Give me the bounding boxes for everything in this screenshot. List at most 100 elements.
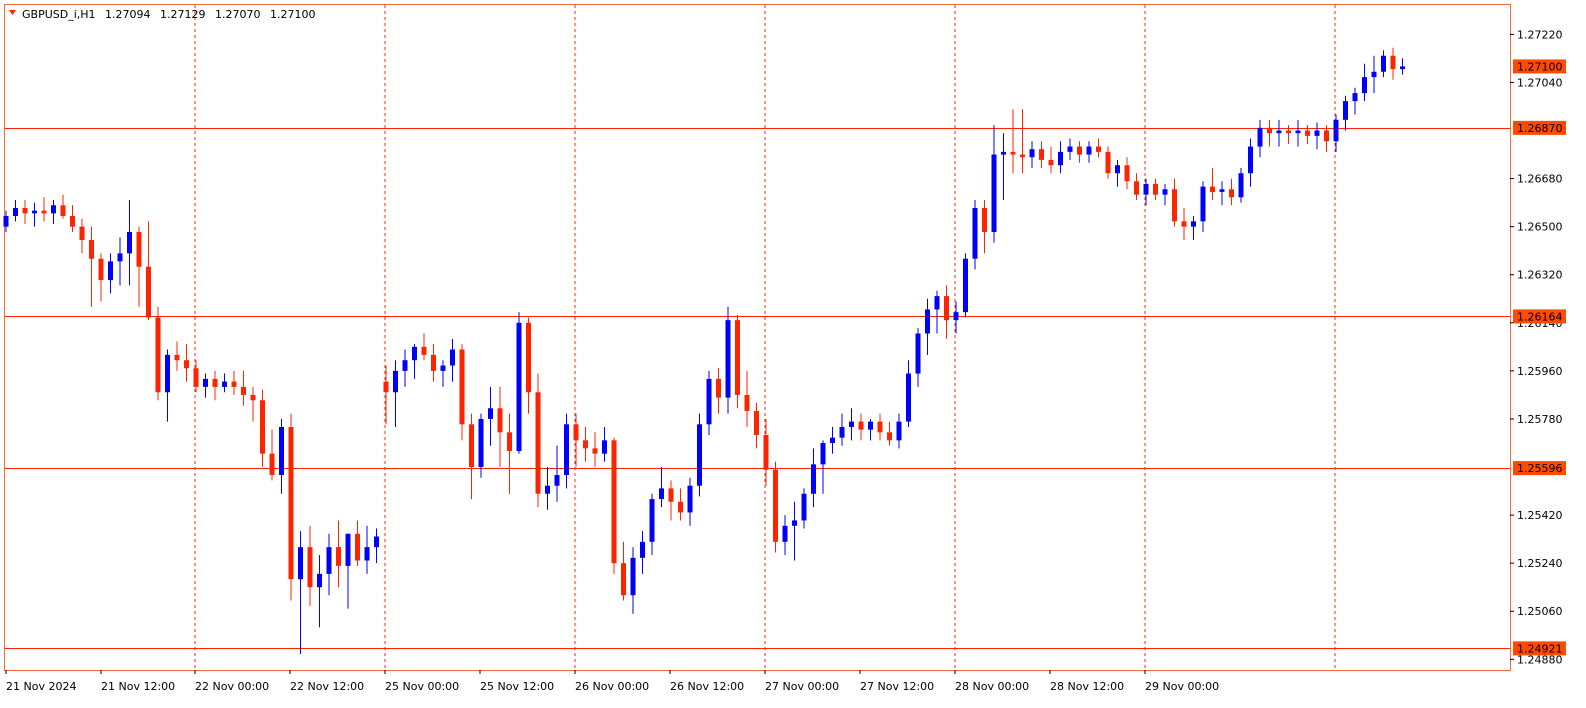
candle[interactable] [697,413,702,497]
candle-body [1153,183,1158,195]
candle-body [222,381,227,387]
candle-body [469,424,474,468]
candle-body [583,440,588,449]
candle-body [231,381,237,387]
candle[interactable] [773,461,778,553]
candle[interactable] [535,373,541,508]
candle-body [896,421,902,441]
candle-body [1286,130,1291,134]
price-axis[interactable]: 1.27220 1.27040 1.26680 1.26500 1.26320 1.261… [1510,28,1566,666]
y-tick-label: 1.25780 [1517,413,1563,426]
candle-body [174,354,180,361]
y-tick-label: 1.25960 [1517,365,1563,378]
candle-body [393,370,398,393]
candle-body [554,475,560,486]
candle-body [744,394,750,411]
candle[interactable] [963,253,968,318]
x-tick-label: 25 Nov 00:00 [385,680,459,693]
x-tick-label: 25 Nov 12:00 [480,680,554,693]
x-tick-label: 27 Nov 12:00 [860,680,934,693]
candle-body [716,378,721,398]
candle-body [1324,130,1329,142]
low-value: 1.27070 [215,8,261,21]
candle-body [431,354,436,371]
x-tick-label: 28 Nov 12:00 [1050,680,1124,693]
candle-body [754,410,759,435]
candle-body [811,464,816,494]
level-badge-label: 1.24921 [1517,642,1563,655]
candle-body [1077,146,1082,155]
x-tick-label: 21 Nov 2024 [6,680,76,693]
candle-body [1067,146,1073,152]
candle-body [925,309,930,334]
y-tick-label: 1.27220 [1517,28,1563,41]
candle-body [1001,151,1006,155]
candle-body [146,266,151,318]
y-tick-label: 1.26500 [1517,221,1563,234]
candle-body [678,501,683,513]
candle-body [307,547,313,588]
candle-body [649,499,655,542]
close-value: 1.27100 [270,8,316,21]
candle[interactable] [516,312,522,454]
candle-body [336,547,341,566]
candle-body [1371,71,1377,78]
candle-body [972,207,978,259]
candle-body [32,210,37,214]
candle-body [412,346,417,361]
level-badge-label: 1.26164 [1517,310,1563,323]
candle-body [1172,189,1177,222]
candle-body [611,440,617,564]
candle[interactable] [725,306,731,414]
candle-body [801,493,807,521]
candle-body [98,258,104,281]
y-tick-label: 1.26320 [1517,269,1563,282]
candle-body [155,317,161,393]
candle-body [1305,130,1310,136]
candle-body [260,400,265,454]
candle-body [241,386,246,395]
x-tick-label: 22 Nov 00:00 [195,680,269,693]
candle-body [440,365,446,371]
x-tick-label: 26 Nov 12:00 [670,680,744,693]
candle-body [668,488,674,502]
candle-body [868,421,873,430]
candle-body [184,360,189,369]
candle-body [203,378,208,387]
high-value: 1.27129 [160,8,206,21]
candle-body [782,525,788,542]
candle-body [535,392,541,494]
y-tick-label: 1.25420 [1517,509,1563,522]
candle-body [1191,221,1196,227]
candle-body [383,381,389,393]
candle-body [1362,77,1367,94]
x-tick-label: 27 Nov 00:00 [765,680,839,693]
candle-body [564,424,569,476]
price-chart[interactable]: 1.27220 1.27040 1.26680 1.26500 1.26320 1.261… [0,0,1586,708]
candle-body [345,533,351,566]
candle-body [1210,186,1215,192]
plot-area[interactable] [4,4,1511,671]
candle-body [773,469,778,542]
candle-body [1229,189,1234,198]
candle-body [507,432,512,452]
candle-body [1162,189,1168,195]
candle-body [792,520,797,526]
candle-body [450,349,455,366]
current-price-label: 1.27100 [1517,60,1563,73]
candle-body [1238,173,1244,198]
candle-body [630,557,636,596]
candle-body [887,432,892,441]
candle-body [839,426,845,438]
candle[interactable] [155,306,161,401]
candle-body [1181,221,1187,227]
candle-body [374,536,379,548]
time-axis[interactable]: 21 Nov 2024 21 Nov 12:00 22 Nov 00:00 22 No… [5,670,1219,693]
candle[interactable] [288,413,294,601]
candle-body [355,533,360,561]
candle[interactable] [735,314,740,409]
candle-body [193,368,199,387]
candle-body [1134,181,1139,195]
candle-body [1105,151,1111,174]
candle[interactable] [611,437,617,574]
